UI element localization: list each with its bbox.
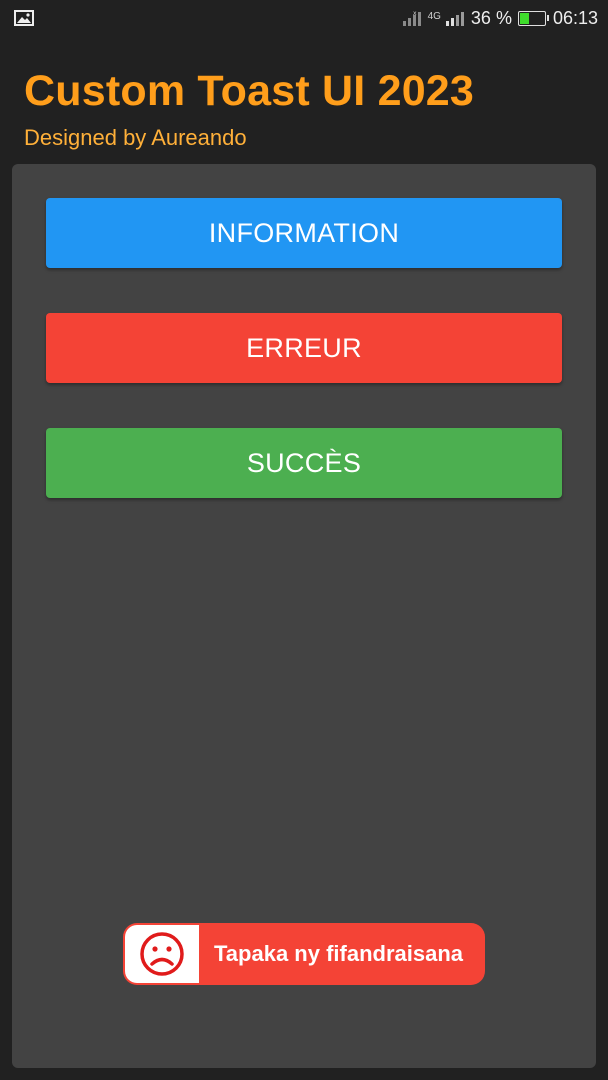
information-button[interactable]: INFORMATION (46, 198, 562, 268)
sad-face-icon (140, 932, 184, 976)
svg-text:x: x (413, 10, 417, 17)
app-subtitle: Designed by Aureando (24, 125, 247, 150)
toast-message: Tapaka ny fifandraisana (214, 941, 464, 966)
status-icons: x 4G 36 % 06:13 (402, 5, 598, 31)
main-card: INFORMATION ERREUR SUCCÈS Tapaka ny fifa… (12, 164, 596, 1068)
signal-icon (445, 12, 464, 26)
error-toast: Tapaka ny fifandraisana (123, 923, 485, 985)
toast-icon-container (125, 925, 199, 983)
gallery-icon (14, 10, 34, 26)
app-title: Custom Toast UI 2023 (24, 67, 475, 115)
success-button[interactable]: SUCCÈS (46, 428, 562, 498)
network-type-label: 4G (427, 10, 441, 22)
clock: 06:13 (552, 8, 598, 28)
error-button[interactable]: ERREUR (46, 313, 562, 383)
battery-icon (517, 10, 549, 26)
battery-percent: 36 % (470, 8, 512, 28)
status-bar: x 4G 36 % 06:13 (0, 0, 608, 36)
no-sim-signal-icon: x (402, 10, 421, 26)
battery-level-fill (519, 12, 530, 24)
